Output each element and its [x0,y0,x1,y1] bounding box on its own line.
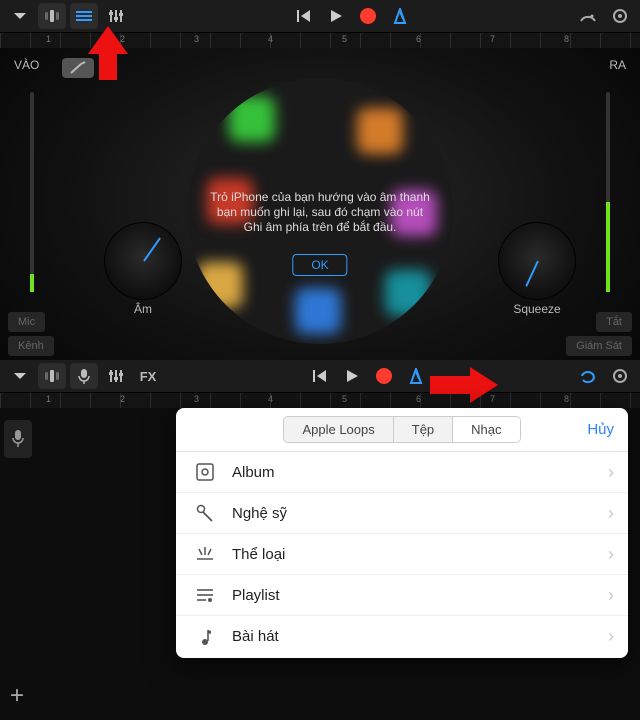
ruler-tick: 1 [46,34,51,44]
metronome-button[interactable] [402,363,430,389]
tone-knob[interactable] [104,222,182,300]
mic-source-button[interactable]: Mic [8,312,45,332]
squeeze-knob-label: Squeeze [498,302,576,316]
chevron-right-icon: › [608,462,614,483]
disclosure-button[interactable] [6,3,34,29]
tab-files[interactable]: Tệp [394,417,453,442]
row-label: Nghệ sỹ [232,505,608,522]
ruler-tick: 5 [342,34,347,44]
ruler-tick: 7 [490,34,495,44]
tab-apple-loops[interactable]: Apple Loops [284,417,393,442]
sampler-panel: 1 2 3 4 5 6 7 8 VÀO RA Trỏ iPhone của bạ… [0,0,640,360]
track-header-mic[interactable] [4,420,32,458]
row-label: Thể loại [232,546,608,563]
monitor-button[interactable]: Giám Sát [566,336,632,356]
chevron-right-icon: › [608,585,614,606]
sample-pad-circle: Trỏ iPhone của bạn hướng vào âm thanh bạ… [187,78,453,344]
ruler-tick: 6 [416,394,421,404]
tone-knob-label: Âm [104,302,182,316]
input-label: VÀO [14,58,39,72]
row-label: Playlist [232,587,608,604]
timeline-ruler[interactable]: 1 2 3 4 5 6 7 8 [0,392,640,408]
bottom-toolbar: FX [0,360,640,392]
row-artist[interactable]: Nghệ sỹ › [176,493,628,534]
view-sampler-button[interactable] [38,363,66,389]
disclosure-button[interactable] [6,363,34,389]
annotation-arrow-loop-browser [470,367,498,403]
chevron-right-icon: › [608,503,614,524]
row-genre[interactable]: Thể loại › [176,534,628,575]
input-plug-icon[interactable] [62,58,94,78]
song-icon [194,626,216,648]
ruler-tick: 6 [416,34,421,44]
playlist-icon [194,584,216,606]
cancel-button[interactable]: Hủy [587,421,614,438]
chevron-right-icon: › [608,626,614,647]
tracks-panel: FX 1 2 3 4 5 6 7 8 + [0,360,640,720]
loop-browser-button[interactable] [574,363,602,389]
settings-button[interactable] [606,3,634,29]
annotation-arrow-tracks-view [88,26,128,54]
settings-button[interactable] [606,363,634,389]
record-button[interactable] [354,3,382,29]
input-level-slider[interactable] [30,92,34,292]
ruler-tick: 4 [268,394,273,404]
channel-button[interactable]: Kênh [8,336,54,356]
source-segmented-control: Apple Loops Tệp Nhạc [283,416,520,443]
rewind-button[interactable] [290,3,318,29]
record-tip-text: Trỏ iPhone của bạn hướng vào âm thanh bạ… [187,190,453,235]
row-label: Album [232,464,608,481]
tuner-button[interactable] [574,3,602,29]
monitor-off-button[interactable]: Tắt [596,312,632,332]
tab-music[interactable]: Nhạc [453,417,519,442]
row-playlist[interactable]: Playlist › [176,575,628,616]
row-song[interactable]: Bài hát › [176,616,628,657]
metronome-button[interactable] [386,3,414,29]
genre-icon [194,543,216,565]
rewind-button[interactable] [306,363,334,389]
row-album[interactable]: Album › [176,452,628,493]
output-level-slider[interactable] [606,92,610,292]
fx-button[interactable]: FX [134,363,162,389]
loop-browser-popover: Apple Loops Tệp Nhạc Hủy Album › Nghệ sỹ… [176,408,628,658]
add-track-button[interactable]: + [10,682,24,710]
mic-input-button[interactable] [70,363,98,389]
chevron-right-icon: › [608,544,614,565]
tip-ok-button[interactable]: OK [292,254,347,276]
output-label: RA [609,58,626,72]
artist-icon [194,502,216,524]
record-button[interactable] [370,363,398,389]
view-sampler-button[interactable] [38,3,66,29]
mixer-button[interactable] [102,363,130,389]
ruler-tick: 2 [120,394,125,404]
album-icon [194,461,216,483]
ruler-tick: 3 [194,394,199,404]
ruler-tick: 8 [564,34,569,44]
ruler-tick: 3 [194,34,199,44]
play-button[interactable] [322,3,350,29]
ruler-tick: 1 [46,394,51,404]
play-button[interactable] [338,363,366,389]
ruler-tick: 5 [342,394,347,404]
squeeze-knob[interactable] [498,222,576,300]
popover-header: Apple Loops Tệp Nhạc Hủy [176,408,628,452]
ruler-tick: 4 [268,34,273,44]
row-label: Bài hát [232,628,608,645]
